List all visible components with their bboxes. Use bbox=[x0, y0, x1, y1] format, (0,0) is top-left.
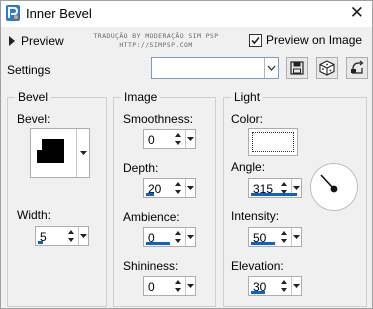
preview-toggle[interactable]: Preview bbox=[9, 34, 64, 48]
elevation-level-bar bbox=[251, 291, 265, 294]
angle-label: Angle: bbox=[231, 160, 266, 174]
angle-level-bar bbox=[251, 193, 297, 196]
preview-on-image-checkbox[interactable]: Preview on Image bbox=[249, 33, 362, 47]
width-dropdown-arrow-icon[interactable] bbox=[78, 227, 88, 245]
bevel-preset-picker[interactable] bbox=[30, 128, 90, 178]
ambience-spinner[interactable]: 0 bbox=[143, 227, 196, 247]
checkbox-box[interactable] bbox=[249, 33, 262, 47]
shininess-value[interactable]: 0 bbox=[148, 280, 155, 294]
inner-bevel-dialog: Inner Bevel ✕ Preview TRADUÇÃO BY MODERA… bbox=[0, 0, 373, 309]
ambience-label: Ambience: bbox=[123, 210, 180, 224]
elevation-spinner[interactable]: 30 bbox=[248, 276, 302, 296]
save-icon bbox=[290, 61, 304, 75]
reset-icon bbox=[351, 60, 364, 74]
spin-up-down-icon[interactable] bbox=[279, 278, 289, 294]
depth-dropdown-arrow-icon[interactable] bbox=[185, 179, 195, 197]
watermark: TRADUÇÃO BY MODERAÇÃO SIM PSP HTTP://SIM… bbox=[71, 32, 241, 50]
ambience-level-bar bbox=[146, 242, 170, 245]
spin-up-down-icon[interactable] bbox=[66, 228, 76, 244]
window-title: Inner Bevel bbox=[26, 6, 92, 21]
light-color-swatch[interactable] bbox=[248, 128, 298, 156]
elevation-dropdown-arrow-icon[interactable] bbox=[291, 277, 301, 295]
shininess-label: Shininess: bbox=[123, 259, 179, 273]
color-label: Color: bbox=[231, 112, 264, 126]
spin-up-down-icon[interactable] bbox=[173, 131, 183, 147]
width-level-bar bbox=[38, 241, 43, 244]
bevel-shape-swatch bbox=[42, 139, 64, 163]
intensity-spinner[interactable]: 50 bbox=[248, 227, 302, 247]
watermark-line-2: HTTP://SIMPSP.COM bbox=[119, 41, 193, 49]
smoothness-value[interactable]: 0 bbox=[148, 133, 155, 147]
spin-up-down-icon[interactable] bbox=[279, 229, 289, 245]
intensity-level-bar bbox=[251, 242, 275, 245]
angle-dial-needle-icon bbox=[320, 174, 338, 193]
depth-label: Depth: bbox=[123, 161, 159, 175]
bevel-dropdown-arrow-icon[interactable] bbox=[76, 129, 89, 177]
app-icon bbox=[6, 5, 20, 21]
spin-up-down-icon[interactable] bbox=[173, 278, 183, 294]
title-bar: Inner Bevel ✕ bbox=[1, 1, 372, 27]
angle-spinner[interactable]: 315 bbox=[248, 178, 302, 198]
intensity-dropdown-arrow-icon[interactable] bbox=[291, 228, 301, 246]
elevation-label: Elevation: bbox=[231, 259, 284, 273]
reset-button[interactable] bbox=[346, 57, 368, 79]
expand-triangle-icon bbox=[9, 36, 15, 46]
smoothness-label: Smoothness: bbox=[123, 112, 194, 126]
watermark-line-1: TRADUÇÃO BY MODERAÇÃO SIM PSP bbox=[93, 32, 219, 40]
settings-preset-combo[interactable] bbox=[151, 57, 279, 79]
image-group-title: Image bbox=[121, 90, 161, 104]
smoothness-dropdown-arrow-icon[interactable] bbox=[185, 130, 195, 148]
preview-label: Preview bbox=[21, 34, 64, 48]
shininess-spinner[interactable]: 0 bbox=[143, 276, 196, 296]
spin-up-down-icon[interactable] bbox=[173, 180, 183, 196]
close-icon[interactable]: ✕ bbox=[350, 3, 364, 23]
randomize-button[interactable] bbox=[316, 57, 338, 79]
spin-up-down-icon[interactable] bbox=[173, 229, 183, 245]
intensity-label: Intensity: bbox=[231, 209, 280, 223]
checkmark-icon bbox=[251, 36, 260, 44]
light-group-title: Light bbox=[231, 90, 264, 104]
bevel-group-title: Bevel bbox=[15, 90, 52, 104]
depth-level-bar bbox=[146, 193, 154, 196]
chevron-down-icon[interactable] bbox=[264, 58, 278, 78]
width-label: Width: bbox=[17, 208, 52, 222]
angle-dial[interactable] bbox=[310, 163, 358, 211]
ambience-dropdown-arrow-icon[interactable] bbox=[185, 228, 195, 246]
light-color-value bbox=[252, 132, 294, 152]
randomize-dice-icon bbox=[319, 60, 335, 76]
preview-on-image-label: Preview on Image bbox=[266, 33, 363, 47]
save-preset-button[interactable] bbox=[286, 57, 308, 79]
settings-label: Settings bbox=[7, 63, 51, 77]
width-spinner[interactable]: 5 bbox=[35, 226, 89, 246]
smoothness-spinner[interactable]: 0 bbox=[143, 129, 196, 149]
depth-spinner[interactable]: 20 bbox=[143, 178, 196, 198]
shininess-dropdown-arrow-icon[interactable] bbox=[185, 277, 195, 295]
bevel-shape-notch bbox=[37, 150, 42, 163]
bevel-label: Bevel: bbox=[17, 112, 51, 126]
